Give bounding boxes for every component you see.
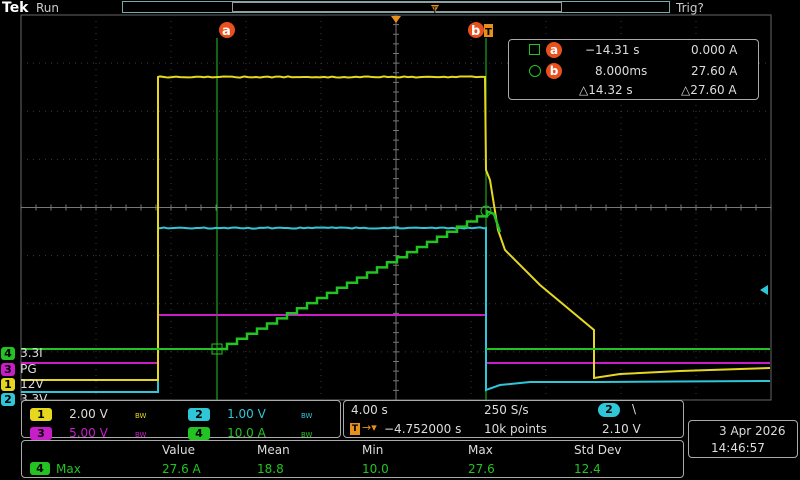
channel-3-setting[interactable]: 3 5.00 V BW — [30, 422, 146, 441]
channel-1-scale: 2.00 V — [69, 407, 108, 421]
cursor-a-badge-icon: a — [546, 42, 562, 58]
measurement-header-stddev: Std Dev — [574, 443, 621, 457]
delay-arrow-icon: →▾ — [362, 421, 377, 434]
channel-1-bandwidth-icon: BW — [135, 412, 146, 420]
measurement-header-value: Value — [162, 443, 195, 457]
measurement-stddev: 12.4 — [574, 462, 601, 476]
cursor-delta-time: △14.32 s — [579, 83, 633, 97]
sample-rate: 250 S/s — [484, 403, 529, 417]
waveform-ch4-ramp — [217, 211, 500, 349]
channel-2-setting[interactable]: 2 1.00 V BW — [188, 403, 312, 422]
record-length: 10k points — [484, 422, 547, 436]
record-trigger-letter: T — [431, 6, 438, 16]
measurement-source-badge-icon: 4 — [30, 462, 50, 475]
measurement-mean: 18.8 — [257, 462, 284, 476]
trigger-source-badge-icon[interactable]: 2 — [598, 403, 620, 417]
measurement-min: 10.0 — [362, 462, 389, 476]
horizontal-trigger-panel: 4.00 s 250 S/s 2 \ T →▾ −4.752000 s 10k … — [343, 400, 684, 438]
measurement-header-mean: Mean — [257, 443, 290, 457]
cursor-b-value: 27.60 A — [691, 64, 737, 78]
cursor-a-time: −14.31 s — [585, 43, 639, 57]
channel-2-bandwidth-icon: BW — [301, 412, 312, 420]
channel-1-setting[interactable]: 1 2.00 V BW — [30, 403, 146, 422]
horizontal-scale[interactable]: 4.00 s — [351, 403, 388, 417]
channel-settings-panel: 1 2.00 V BW 2 1.00 V BW 3 5.00 V BW 4 10… — [21, 400, 341, 438]
channel-4-setting-badge-icon: 4 — [188, 427, 210, 440]
measurement-panel: Value Mean Min Max Std Dev 4 Max 27.6 A … — [21, 440, 684, 478]
channel-3-scale: 5.00 V — [69, 426, 108, 440]
channel-3-setting-badge-icon: 3 — [30, 427, 52, 440]
measurement-name[interactable]: Max — [56, 462, 81, 476]
cursor-b-badge-icon: b — [546, 63, 562, 79]
measurement-value: 27.6 A — [162, 462, 201, 476]
time-readout: 14:46:57 — [711, 441, 765, 455]
channel-4-setting[interactable]: 4 10.0 A BW — [188, 422, 312, 441]
datetime-panel: 3 Apr 2026 14:46:57 — [688, 420, 798, 458]
circle-icon — [529, 65, 541, 77]
trigger-position-marker — [391, 16, 401, 23]
cursor-a-label: a — [222, 24, 231, 39]
cursor-b-label: b — [471, 24, 480, 39]
channel-4-bandwidth-icon: BW — [301, 431, 312, 439]
channel-1-setting-badge-icon: 1 — [30, 408, 52, 421]
trigger-delay-icon: T — [350, 423, 360, 435]
trigger-slope-icon: \ — [632, 402, 636, 416]
cursor-a-value: 0.000 A — [691, 43, 737, 57]
channel-4-scale: 10.0 A — [227, 426, 266, 440]
horizontal-delay[interactable]: −4.752000 s — [384, 422, 461, 436]
cursor-delta-value: △27.60 A — [681, 83, 737, 97]
trigger-level-marker — [760, 285, 768, 295]
channel-2-badge-icon: 2 — [1, 393, 15, 406]
measurement-header-min: Min — [362, 443, 383, 457]
measurement-max: 27.6 — [468, 462, 495, 476]
square-icon — [529, 44, 540, 55]
cursor-readout-panel: a −14.31 s 0.000 A b 8.000ms 27.60 A △14… — [508, 39, 759, 100]
trigger-level[interactable]: 2.10 V — [602, 422, 641, 436]
channel-2-setting-badge-icon: 2 — [188, 408, 210, 421]
date-readout: 3 Apr 2026 — [719, 424, 786, 438]
cursor-b-time: 8.000ms — [595, 64, 647, 78]
channel-2-scale: 1.00 V — [227, 407, 266, 421]
measurement-header-max: Max — [468, 443, 493, 457]
channel-3-bandwidth-icon: BW — [135, 431, 146, 439]
trigger-t-flag-letter: T — [485, 27, 492, 38]
